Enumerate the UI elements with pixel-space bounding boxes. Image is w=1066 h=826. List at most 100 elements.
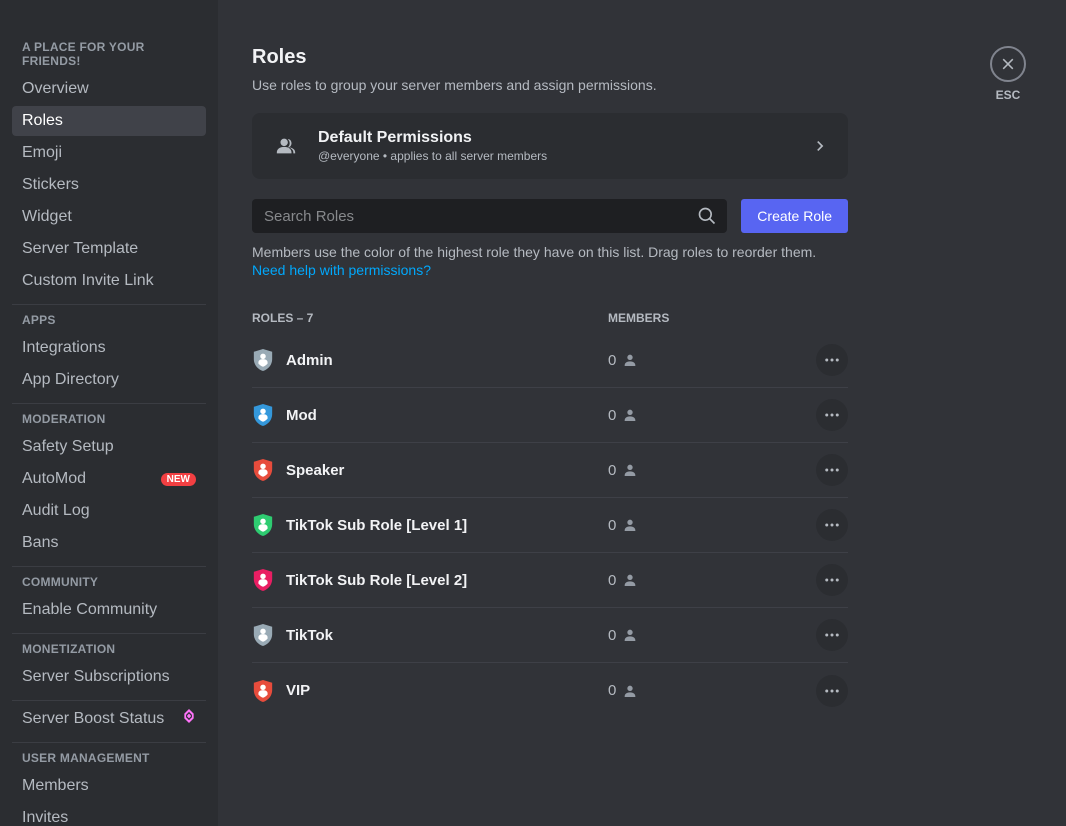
role-shield-icon bbox=[252, 568, 274, 592]
role-name: TikTok Sub Role [Level 2] bbox=[286, 572, 467, 589]
role-name-cell: VIP bbox=[252, 679, 608, 703]
role-actions-cell bbox=[768, 509, 848, 541]
more-icon bbox=[823, 406, 841, 424]
sidebar-item-label: Bans bbox=[22, 534, 58, 552]
sidebar-item-label: App Directory bbox=[22, 371, 119, 389]
sidebar-item-label: Safety Setup bbox=[22, 438, 114, 456]
default-permissions-text: Default Permissions @everyone • applies … bbox=[318, 129, 794, 163]
roles-count-header: ROLES – 7 bbox=[252, 311, 608, 325]
sidebar-item-server-template[interactable]: Server Template bbox=[12, 234, 206, 264]
person-icon bbox=[622, 627, 638, 643]
more-button[interactable] bbox=[816, 675, 848, 707]
role-member-count: 0 bbox=[608, 517, 616, 534]
members-icon bbox=[270, 130, 302, 162]
sidebar-item-stickers[interactable]: Stickers bbox=[12, 170, 206, 200]
sidebar-item-server-subscriptions[interactable]: Server Subscriptions bbox=[12, 662, 206, 692]
more-button[interactable] bbox=[816, 399, 848, 431]
sidebar-item-roles[interactable]: Roles bbox=[12, 106, 206, 136]
role-actions-cell bbox=[768, 564, 848, 596]
search-input[interactable] bbox=[262, 200, 697, 233]
role-members-cell: 0 bbox=[608, 462, 768, 479]
close-icon bbox=[1000, 56, 1016, 72]
sidebar-item-custom-invite-link[interactable]: Custom Invite Link bbox=[12, 266, 206, 296]
person-icon bbox=[622, 572, 638, 588]
sidebar-item-label: Server Boost Status bbox=[22, 710, 164, 728]
more-icon bbox=[823, 351, 841, 369]
sidebar-item-invites[interactable]: Invites bbox=[12, 803, 206, 826]
search-icon bbox=[697, 206, 717, 226]
more-button[interactable] bbox=[816, 344, 848, 376]
sidebar-item-safety-setup[interactable]: Safety Setup bbox=[12, 432, 206, 462]
sidebar-item-widget[interactable]: Widget bbox=[12, 202, 206, 232]
sidebar-item-label: Overview bbox=[22, 80, 89, 98]
role-members-cell: 0 bbox=[608, 572, 768, 589]
sidebar-item-label: Audit Log bbox=[22, 502, 90, 520]
role-members-cell: 0 bbox=[608, 682, 768, 699]
sidebar-item-members[interactable]: Members bbox=[12, 771, 206, 801]
person-icon bbox=[622, 683, 638, 699]
more-button[interactable] bbox=[816, 564, 848, 596]
role-row[interactable]: TikTok Sub Role [Level 2] 0 bbox=[252, 553, 848, 608]
role-shield-icon bbox=[252, 403, 274, 427]
search-row: Create Role bbox=[252, 199, 848, 233]
section-header: MODERATION bbox=[12, 403, 206, 430]
role-name-cell: Speaker bbox=[252, 458, 608, 482]
more-button[interactable] bbox=[816, 509, 848, 541]
role-name: TikTok bbox=[286, 627, 333, 644]
role-member-count: 0 bbox=[608, 682, 616, 699]
members-header: MEMBERS bbox=[608, 311, 768, 325]
close-label: ESC bbox=[996, 88, 1021, 102]
role-actions-cell bbox=[768, 344, 848, 376]
role-member-count: 0 bbox=[608, 352, 616, 369]
sidebar-item-label: Invites bbox=[22, 809, 68, 826]
more-button[interactable] bbox=[816, 454, 848, 486]
role-row[interactable]: TikTok Sub Role [Level 1]0 bbox=[252, 498, 848, 553]
role-row[interactable]: Speaker 0 bbox=[252, 443, 848, 498]
more-icon bbox=[823, 461, 841, 479]
main-content: ESC Roles Use roles to group your server… bbox=[218, 0, 1066, 826]
close-button[interactable] bbox=[990, 46, 1026, 82]
sidebar-item-server-boost-status[interactable]: Server Boost Status bbox=[12, 703, 206, 734]
section-header: MONETIZATION bbox=[12, 633, 206, 660]
person-icon bbox=[622, 517, 638, 533]
section-header: APPS bbox=[12, 304, 206, 331]
sidebar-item-label: Custom Invite Link bbox=[22, 272, 154, 290]
help-link[interactable]: Need help with permissions? bbox=[252, 262, 431, 278]
role-actions-cell bbox=[768, 675, 848, 707]
role-shield-icon bbox=[252, 458, 274, 482]
sidebar-item-overview[interactable]: Overview bbox=[12, 74, 206, 104]
more-icon bbox=[823, 571, 841, 589]
role-name-cell: TikTok bbox=[252, 623, 608, 647]
role-actions-cell bbox=[768, 454, 848, 486]
help-text-body: Members use the color of the highest rol… bbox=[252, 244, 816, 260]
default-permissions-subtitle: @everyone • applies to all server member… bbox=[318, 149, 794, 163]
create-role-button[interactable]: Create Role bbox=[741, 199, 848, 233]
role-name: Speaker bbox=[286, 462, 344, 479]
sidebar-item-app-directory[interactable]: App Directory bbox=[12, 365, 206, 395]
person-icon bbox=[622, 352, 638, 368]
default-permissions-card[interactable]: Default Permissions @everyone • applies … bbox=[252, 113, 848, 179]
role-members-cell: 0 bbox=[608, 627, 768, 644]
sidebar-item-label: Widget bbox=[22, 208, 72, 226]
default-permissions-title: Default Permissions bbox=[318, 129, 794, 147]
role-row[interactable]: TikTok 0 bbox=[252, 608, 848, 663]
sidebar-item-automod[interactable]: AutoModNEW bbox=[12, 464, 206, 494]
boost-icon bbox=[182, 709, 196, 728]
role-row[interactable]: Admin0 bbox=[252, 333, 848, 388]
more-button[interactable] bbox=[816, 619, 848, 651]
role-row[interactable]: VIP0 bbox=[252, 663, 848, 718]
help-text: Members use the color of the highest rol… bbox=[252, 243, 848, 279]
section-header: A PLACE FOR YOUR FRIENDS! bbox=[12, 40, 206, 72]
sidebar-item-audit-log[interactable]: Audit Log bbox=[12, 496, 206, 526]
sidebar-item-bans[interactable]: Bans bbox=[12, 528, 206, 558]
sidebar-item-emoji[interactable]: Emoji bbox=[12, 138, 206, 168]
sidebar-item-enable-community[interactable]: Enable Community bbox=[12, 595, 206, 625]
role-row[interactable]: Mod0 bbox=[252, 388, 848, 443]
chevron-right-icon bbox=[810, 136, 830, 156]
sidebar-item-label: Roles bbox=[22, 112, 63, 130]
more-icon bbox=[823, 626, 841, 644]
role-member-count: 0 bbox=[608, 572, 616, 589]
role-shield-icon bbox=[252, 513, 274, 537]
sidebar-item-integrations[interactable]: Integrations bbox=[12, 333, 206, 363]
more-icon bbox=[823, 682, 841, 700]
